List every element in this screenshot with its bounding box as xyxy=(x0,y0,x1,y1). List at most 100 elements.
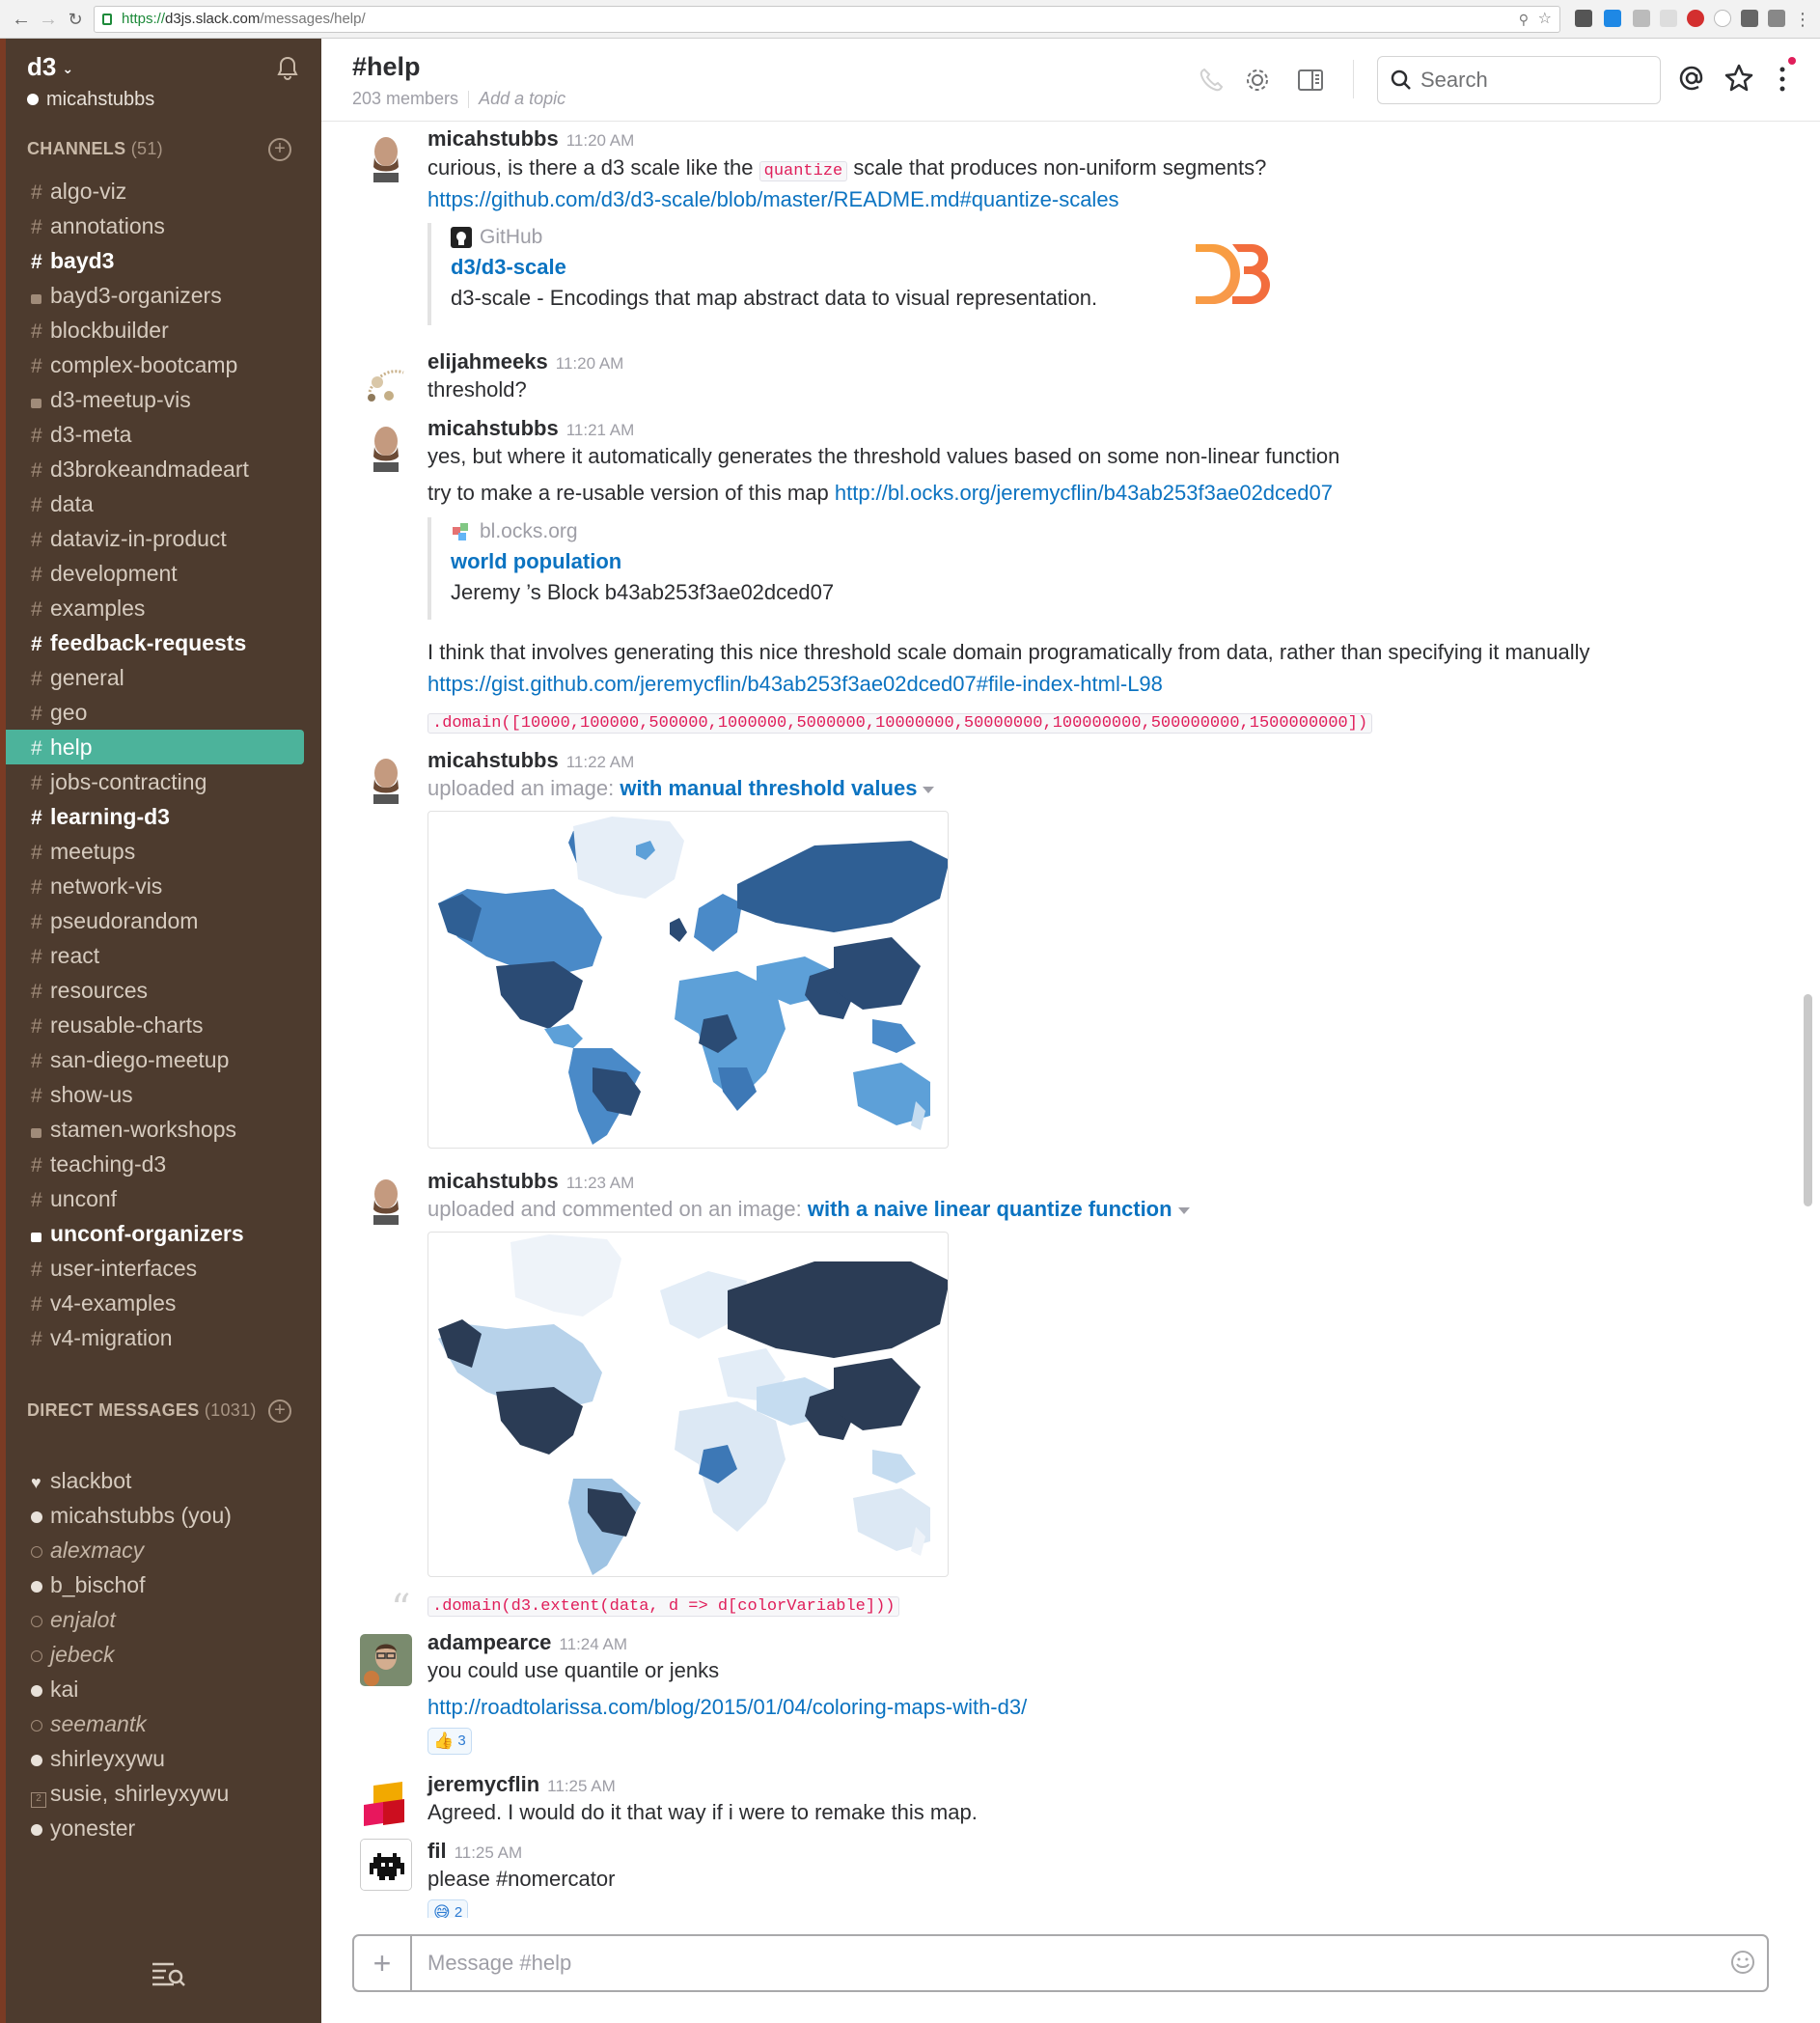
dm-header[interactable]: DIRECT MESSAGES (1031) xyxy=(27,1400,257,1421)
sidebar-item-feedback-requests[interactable]: # feedback-requests xyxy=(6,625,321,660)
message-timestamp[interactable]: 11:20 AM xyxy=(566,131,635,150)
message-author[interactable]: micahstubbs 11:21 AM xyxy=(427,416,634,441)
message-author[interactable]: jeremycflin 11:25 AM xyxy=(427,1772,616,1797)
sidebar-item-d3-meetup-vis[interactable]: d3-meetup-vis xyxy=(6,382,321,417)
sidebar-item-data[interactable]: # data xyxy=(6,486,321,521)
add-channel-icon[interactable]: + xyxy=(268,138,291,161)
sidebar-item-v4-migration[interactable]: # v4-migration xyxy=(6,1320,321,1355)
sidebar-item-general[interactable]: # general xyxy=(6,660,321,695)
search-input[interactable] xyxy=(1420,67,1642,94)
message-input[interactable] xyxy=(427,1950,1682,1977)
reaction-sweat-smile[interactable]: 😅 2 xyxy=(427,1899,469,1918)
adblock-extension-icon[interactable] xyxy=(1687,10,1704,27)
sidebar-item-san-diego-meetup[interactable]: # san-diego-meetup xyxy=(6,1042,321,1077)
sidebar-item-algo-viz[interactable]: # algo-viz xyxy=(6,174,321,208)
sidebar-item-unconf-organizers[interactable]: unconf-organizers xyxy=(6,1216,321,1251)
more-menu-icon[interactable] xyxy=(1769,56,1798,98)
details-pane-icon[interactable] xyxy=(1296,66,1325,95)
avatar[interactable] xyxy=(360,1776,412,1828)
dm-item[interactable]: seemantk xyxy=(6,1706,321,1741)
add-dm-icon[interactable]: + xyxy=(268,1399,291,1423)
eyedropper-extension-icon[interactable] xyxy=(1768,10,1785,27)
sidebar-item-meetups[interactable]: # meetups xyxy=(6,834,321,869)
sidebar-item-dataviz-in-product[interactable]: # dataviz-in-product xyxy=(6,521,321,556)
sidebar-item-bayd3-organizers[interactable]: bayd3-organizers xyxy=(6,278,321,313)
dm-item[interactable]: ♥ slackbot xyxy=(6,1463,321,1498)
avatar[interactable] xyxy=(360,1634,412,1686)
dm-item[interactable]: susie, shirleyxywu xyxy=(6,1776,321,1811)
address-bar[interactable]: https://d3js.slack.com/messages/help/ ⚲ … xyxy=(94,6,1560,33)
sidebar-item-reusable-charts[interactable]: # reusable-charts xyxy=(6,1008,321,1042)
channels-header[interactable]: CHANNELS (51) xyxy=(27,139,163,159)
message-link[interactable]: http://bl.ocks.org/jeremycflin/b43ab253f… xyxy=(835,481,1333,505)
current-user[interactable]: micahstubbs xyxy=(27,89,154,111)
mail-extension-icon[interactable] xyxy=(1741,10,1758,27)
back-icon[interactable]: ← xyxy=(10,8,33,31)
message-author[interactable]: adampearce 11:24 AM xyxy=(427,1630,627,1655)
quick-switcher-icon[interactable] xyxy=(151,1959,185,1988)
phone-icon[interactable] xyxy=(1197,66,1226,95)
message-author[interactable]: micahstubbs 11:23 AM xyxy=(427,1169,634,1194)
pocket-extension-icon[interactable] xyxy=(1575,10,1592,27)
bell-icon[interactable] xyxy=(276,56,299,81)
message-link[interactable]: http://roadtolarissa.com/blog/2015/01/04… xyxy=(427,1695,1027,1720)
message-timestamp[interactable]: 11:21 AM xyxy=(566,421,635,439)
avatar[interactable] xyxy=(360,420,412,472)
dm-item[interactable]: shirleyxywu xyxy=(6,1741,321,1776)
mentions-icon[interactable] xyxy=(1676,63,1707,94)
message-link[interactable]: https://github.com/d3/d3-scale/blob/mast… xyxy=(427,187,1119,212)
sidebar-item-resources[interactable]: # resources xyxy=(6,973,321,1008)
message-author[interactable]: elijahmeeks 11:20 AM xyxy=(427,349,623,374)
extension-icon[interactable] xyxy=(1633,10,1650,27)
avatar[interactable] xyxy=(360,1839,412,1891)
vimium-extension-icon[interactable] xyxy=(1604,10,1621,27)
sidebar-item-learning-d3[interactable]: # learning-d3 xyxy=(6,799,321,834)
sidebar-item-jobs-contracting[interactable]: # jobs-contracting xyxy=(6,764,321,799)
bookmark-star-icon[interactable]: ☆ xyxy=(1538,7,1552,32)
avatar[interactable] xyxy=(360,1173,412,1225)
sidebar-item-react[interactable]: # react xyxy=(6,938,321,973)
avatar[interactable] xyxy=(360,130,412,182)
sidebar-item-bayd3[interactable]: # bayd3 xyxy=(6,243,321,278)
caret-down-icon[interactable] xyxy=(1177,1206,1190,1214)
attach-plus-button[interactable]: + xyxy=(354,1936,412,1990)
sidebar-item-d3-meta[interactable]: # d3-meta xyxy=(6,417,321,452)
sidebar-item-geo[interactable]: # geo xyxy=(6,695,321,730)
message-author[interactable]: micahstubbs 11:22 AM xyxy=(427,748,634,773)
sidebar-item-complex-bootcamp[interactable]: # complex-bootcamp xyxy=(6,347,321,382)
reload-icon[interactable]: ↻ xyxy=(64,8,87,31)
avatar[interactable] xyxy=(360,752,412,804)
sidebar-item-network-vis[interactable]: # network-vis xyxy=(6,869,321,903)
member-count[interactable]: 203 members xyxy=(352,89,458,108)
message-timestamp[interactable]: 11:20 AM xyxy=(556,354,624,373)
sidebar-item-pseudorandom[interactable]: # pseudorandom xyxy=(6,903,321,938)
channel-title[interactable]: #help xyxy=(352,52,421,82)
message-timestamp[interactable]: 11:25 AM xyxy=(547,1777,616,1795)
avatar[interactable] xyxy=(360,353,412,405)
message-timestamp[interactable]: 11:24 AM xyxy=(559,1635,627,1653)
image-title-link[interactable]: with manual threshold values xyxy=(620,776,917,800)
reaction-thumbsup[interactable]: 👍 3 xyxy=(427,1728,472,1755)
caret-down-icon[interactable] xyxy=(923,786,935,793)
message-author[interactable]: fil 11:25 AM xyxy=(427,1839,522,1864)
browser-menu-icon[interactable]: ⋮ xyxy=(1791,8,1814,31)
dm-item[interactable]: jebeck xyxy=(6,1637,321,1672)
forward-icon[interactable]: → xyxy=(37,8,60,31)
sidebar-item-d3brokeandmadeart[interactable]: # d3brokeandmadeart xyxy=(6,452,321,486)
sidebar-item-show-us[interactable]: # show-us xyxy=(6,1077,321,1112)
message-timestamp[interactable]: 11:22 AM xyxy=(566,753,635,771)
sidebar-item-blockbuilder[interactable]: # blockbuilder xyxy=(6,313,321,347)
dm-item[interactable]: kai xyxy=(6,1672,321,1706)
sidebar-item-help[interactable]: # help xyxy=(6,730,304,764)
image-attachment[interactable] xyxy=(427,1232,949,1577)
dm-item[interactable]: alexmacy xyxy=(6,1533,321,1567)
message-link[interactable]: https://gist.github.com/jeremycflin/b43a… xyxy=(427,672,1163,697)
sidebar-item-development[interactable]: # development xyxy=(6,556,321,591)
image-title-link[interactable]: with a naive linear quantize function xyxy=(808,1197,1172,1221)
message-timestamp[interactable]: 11:25 AM xyxy=(455,1843,523,1862)
team-menu[interactable]: d3 ⌄ xyxy=(27,52,73,82)
extension-icon[interactable] xyxy=(1660,10,1677,27)
star-icon[interactable] xyxy=(1723,63,1754,94)
dm-item[interactable]: enjalot xyxy=(6,1602,321,1637)
search-box[interactable] xyxy=(1377,56,1661,104)
